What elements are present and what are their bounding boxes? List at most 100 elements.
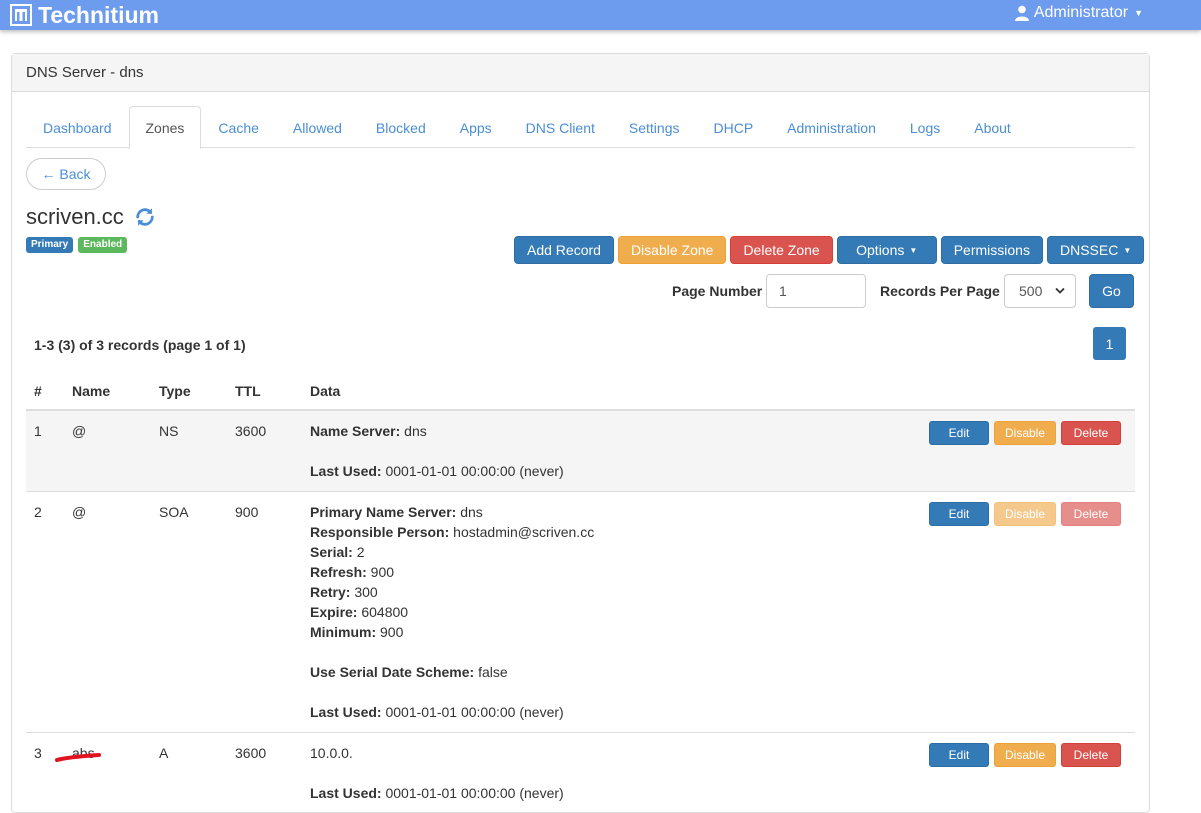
field-label: Refresh: bbox=[310, 564, 367, 580]
field-value: 0001-01-01 00:00:00 (never) bbox=[382, 704, 564, 720]
records-per-page-select[interactable]: 500 bbox=[1004, 274, 1076, 308]
edit-button[interactable]: Edit bbox=[929, 421, 989, 445]
table-row: 1 @ NS 3600 Name Server: dns Last Used: … bbox=[26, 410, 1135, 492]
disable-button[interactable]: Disable bbox=[994, 743, 1056, 767]
row-ttl: 3600 bbox=[227, 410, 302, 492]
top-navbar: Technitium Administrator ▼ bbox=[0, 0, 1201, 30]
caret-down-icon: ▼ bbox=[1134, 8, 1143, 18]
pager-row: Page Number Records Per Page 500 Go bbox=[12, 274, 1151, 308]
table-header-row: # Name Type TTL Data bbox=[26, 372, 1135, 410]
options-label: Options bbox=[856, 242, 904, 258]
tab-dashboard[interactable]: Dashboard bbox=[26, 106, 129, 148]
field-label: Last Used: bbox=[310, 704, 382, 720]
technitium-logo-icon bbox=[10, 4, 32, 26]
brand-name: Technitium bbox=[38, 2, 159, 29]
tab-cache[interactable]: Cache bbox=[201, 106, 275, 148]
row-name: @ bbox=[64, 492, 151, 733]
chevron-down-icon bbox=[1055, 287, 1065, 295]
data-line: 10.0.0. bbox=[310, 743, 913, 763]
field-label: Serial: bbox=[310, 544, 353, 560]
page-number-input[interactable] bbox=[766, 274, 866, 308]
tab-settings[interactable]: Settings bbox=[612, 106, 697, 148]
field-value: hostadmin@scriven.cc bbox=[449, 524, 594, 540]
field-value: 0001-01-01 00:00:00 (never) bbox=[382, 463, 564, 479]
refresh-icon[interactable] bbox=[134, 206, 156, 228]
row-data: 10.0.0. Last Used: 0001-01-01 00:00:00 (… bbox=[302, 733, 921, 813]
edit-button[interactable]: Edit bbox=[929, 743, 989, 767]
row-type: SOA bbox=[151, 492, 227, 733]
records-summary: 1-3 (3) of 3 records (page 1 of 1) bbox=[34, 337, 246, 353]
field-value: 604800 bbox=[357, 604, 408, 620]
add-record-button[interactable]: Add Record bbox=[514, 236, 614, 264]
zone-status-badge: Enabled bbox=[78, 237, 127, 253]
back-button[interactable]: ← Back bbox=[26, 158, 106, 190]
field-label: Use Serial Date Scheme: bbox=[310, 664, 474, 680]
tab-dhcp[interactable]: DHCP bbox=[697, 106, 771, 148]
field-label: Primary Name Server: bbox=[310, 504, 456, 520]
zone-action-buttons: Add Record Disable Zone Delete Zone Opti… bbox=[514, 236, 1144, 264]
go-button[interactable]: Go bbox=[1089, 274, 1134, 308]
row-type: NS bbox=[151, 410, 227, 492]
data-line: Primary Name Server: dns bbox=[310, 502, 913, 522]
data-line: Expire: 604800 bbox=[310, 602, 913, 622]
field-label: Last Used: bbox=[310, 463, 382, 479]
row-index: 1 bbox=[26, 410, 64, 492]
tab-about[interactable]: About bbox=[957, 106, 1028, 148]
tab-administration[interactable]: Administration bbox=[770, 106, 893, 148]
delete-button[interactable]: Delete bbox=[1061, 502, 1121, 526]
col-name[interactable]: Name bbox=[64, 372, 151, 410]
tab-zones[interactable]: Zones bbox=[129, 106, 202, 149]
permissions-button[interactable]: Permissions bbox=[941, 236, 1043, 264]
user-name: Administrator bbox=[1034, 4, 1128, 22]
delete-zone-button[interactable]: Delete Zone bbox=[730, 236, 832, 264]
brand-logo[interactable]: Technitium bbox=[10, 1, 159, 29]
tab-logs[interactable]: Logs bbox=[893, 106, 957, 148]
col-type[interactable]: Type bbox=[151, 372, 227, 410]
field-value: dns bbox=[456, 504, 482, 520]
row-index: 2 bbox=[26, 492, 64, 733]
zone-type-badge: Primary bbox=[26, 237, 73, 253]
col-data: Data bbox=[302, 372, 921, 410]
field-label: Last Used: bbox=[310, 785, 382, 801]
tab-blocked[interactable]: Blocked bbox=[359, 106, 443, 148]
tab-apps[interactable]: Apps bbox=[443, 106, 509, 148]
pagination-page-1[interactable]: 1 bbox=[1093, 327, 1126, 360]
field-value: 300 bbox=[350, 584, 377, 600]
tab-dns-client[interactable]: DNS Client bbox=[509, 106, 612, 148]
caret-down-icon: ▼ bbox=[909, 246, 917, 255]
dnssec-label: DNSSEC bbox=[1060, 242, 1118, 258]
tab-allowed[interactable]: Allowed bbox=[276, 106, 359, 148]
options-button[interactable]: Options ▼ bbox=[837, 236, 937, 264]
user-menu[interactable]: Administrator ▼ bbox=[1014, 4, 1143, 22]
delete-button[interactable]: Delete bbox=[1061, 743, 1121, 767]
delete-button[interactable]: Delete bbox=[1061, 421, 1121, 445]
field-value: 900 bbox=[376, 624, 403, 640]
col-index: # bbox=[26, 372, 64, 410]
row-name: abs bbox=[64, 733, 151, 813]
zone-badges: Primary Enabled bbox=[26, 237, 127, 253]
disable-zone-button[interactable]: Disable Zone bbox=[618, 236, 727, 264]
row-data: Primary Name Server: dns Responsible Per… bbox=[302, 492, 921, 733]
caret-down-icon: ▼ bbox=[1123, 246, 1131, 255]
field-label: Minimum: bbox=[310, 624, 376, 640]
main-tabs: Dashboard Zones Cache Allowed Blocked Ap… bbox=[26, 106, 1135, 148]
main-panel: DNS Server - dns Dashboard Zones Cache A… bbox=[11, 53, 1150, 813]
field-value: 0001-01-01 00:00:00 (never) bbox=[382, 785, 564, 801]
edit-button[interactable]: Edit bbox=[929, 502, 989, 526]
field-value: 2 bbox=[353, 544, 365, 560]
table-row: 3 abs A 3600 10.0.0. Last Used: 0001-01-… bbox=[26, 733, 1135, 813]
field-label: Responsible Person: bbox=[310, 524, 449, 540]
row-actions: Edit Disable Delete bbox=[921, 410, 1135, 492]
page-number-label: Page Number bbox=[672, 283, 762, 299]
field-value: false bbox=[474, 664, 507, 680]
field-label: Name Server: bbox=[310, 423, 400, 439]
col-ttl[interactable]: TTL bbox=[227, 372, 302, 410]
table-row: 2 @ SOA 900 Primary Name Server: dns Res… bbox=[26, 492, 1135, 733]
row-type: A bbox=[151, 733, 227, 813]
disable-button[interactable]: Disable bbox=[994, 421, 1056, 445]
row-data: Name Server: dns Last Used: 0001-01-01 0… bbox=[302, 410, 921, 492]
records-table: # Name Type TTL Data 1 @ NS 3600 Name Se… bbox=[26, 372, 1135, 813]
disable-button[interactable]: Disable bbox=[994, 502, 1056, 526]
data-line: Responsible Person: hostadmin@scriven.cc bbox=[310, 522, 913, 542]
dnssec-button[interactable]: DNSSEC ▼ bbox=[1047, 236, 1144, 264]
